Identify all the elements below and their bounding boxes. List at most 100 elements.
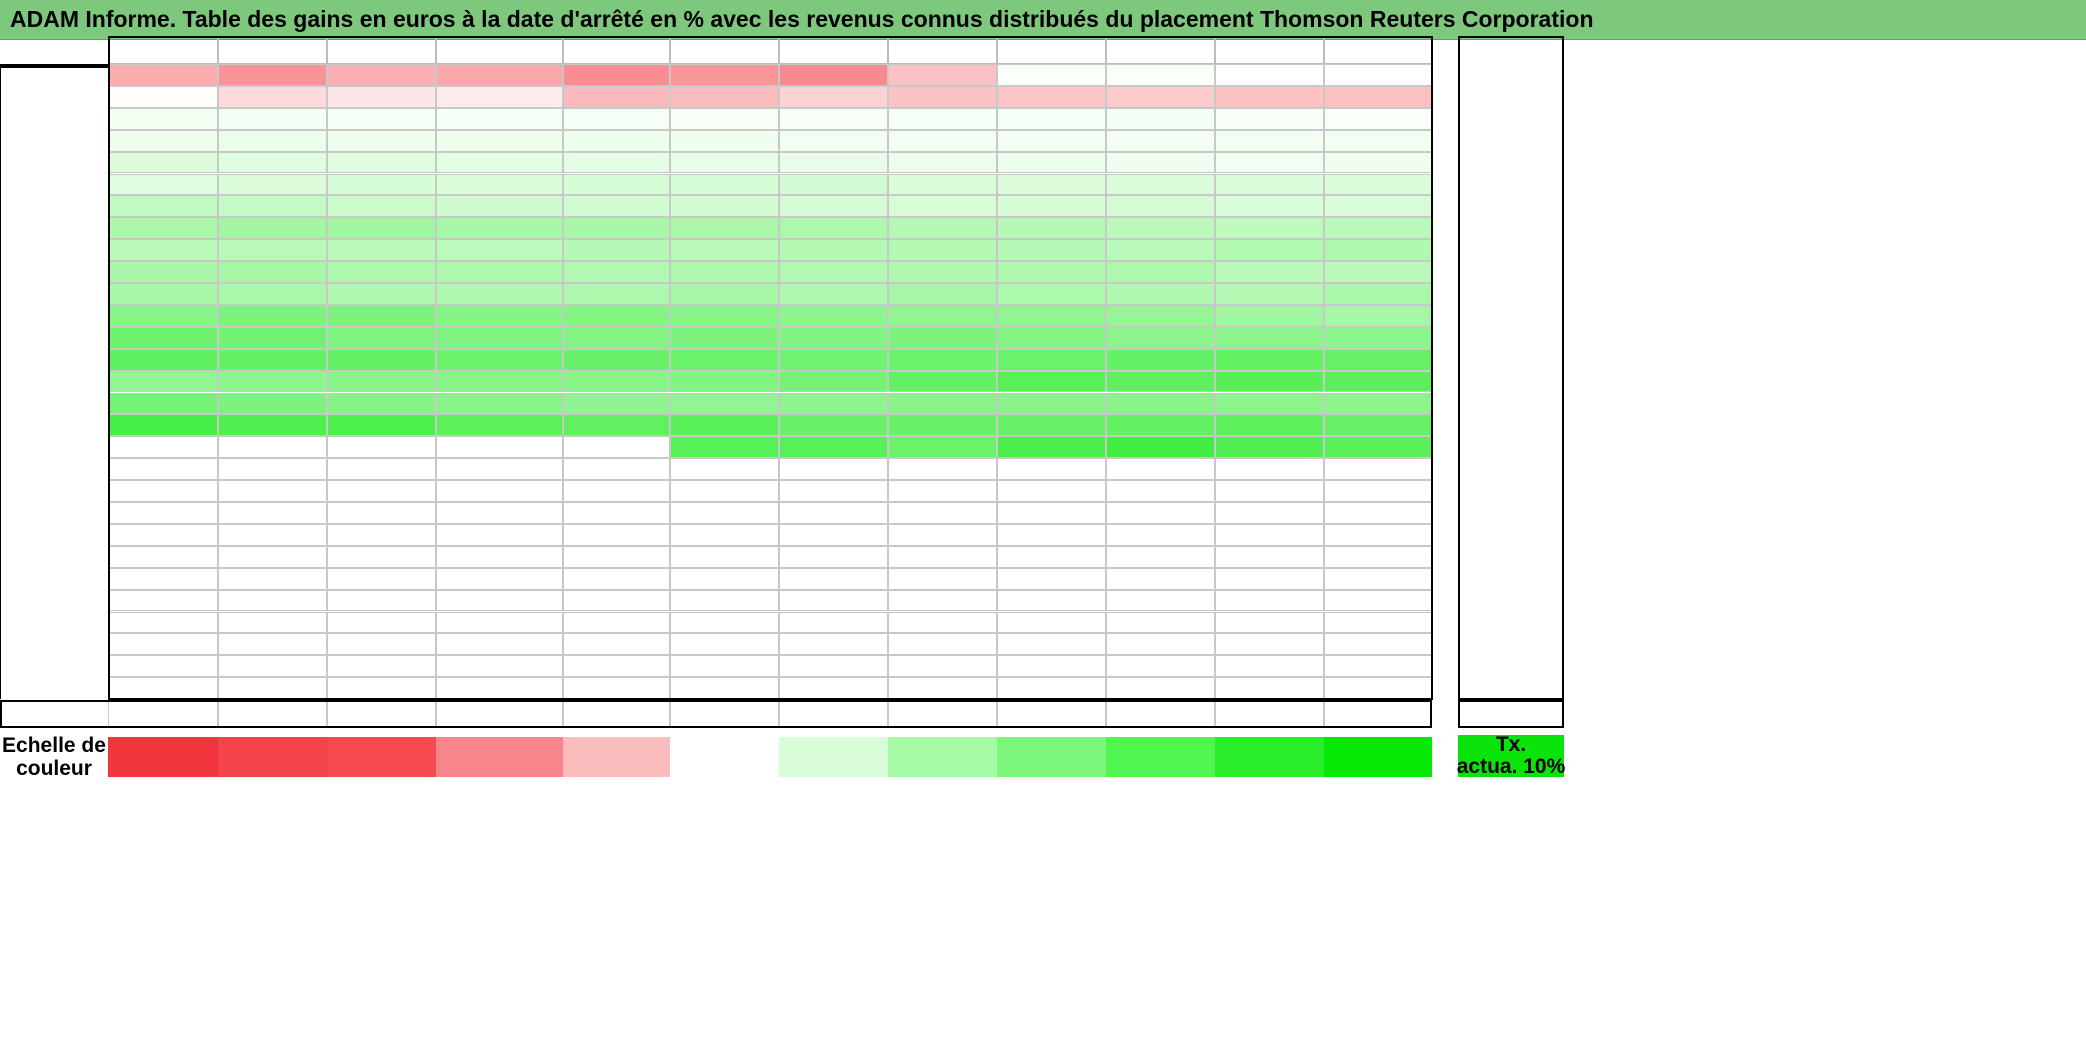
- annual-rate-cell: [1458, 414, 1564, 436]
- table-cell: [997, 414, 1106, 437]
- year-label: [0, 436, 108, 458]
- table-cell: [108, 326, 218, 349]
- annual-rate-cell: [1458, 568, 1564, 590]
- table-cell: [888, 304, 997, 327]
- table-cell: [1324, 655, 1432, 678]
- table-cell: [218, 655, 327, 678]
- table-cell: [779, 326, 888, 349]
- table-cell: [108, 633, 218, 656]
- year-label: [0, 568, 108, 590]
- table-cell: [997, 436, 1106, 459]
- table-cell: [888, 217, 997, 240]
- table-cell: [670, 283, 779, 305]
- table-cell: [327, 677, 436, 700]
- table-cell: [888, 129, 997, 152]
- table-cell: [1215, 195, 1324, 218]
- table-cell: [563, 567, 670, 590]
- footer-annual-rate: [1458, 701, 1564, 727]
- table-cell: [218, 392, 327, 415]
- annual-rate-cell: [1458, 152, 1564, 174]
- month-header-7: [779, 37, 888, 64]
- table-cell: [888, 589, 997, 612]
- table-cell: [327, 567, 436, 590]
- table-cell: [327, 195, 436, 218]
- year-label: [0, 546, 108, 568]
- table-cell: [670, 129, 779, 152]
- table-cell: [327, 502, 436, 524]
- table-cell: [563, 239, 670, 262]
- year-label: [0, 393, 108, 415]
- table-cell: [327, 107, 436, 130]
- table-cell: [1106, 370, 1215, 393]
- annual-rate-cell: [1458, 371, 1564, 393]
- table-cell: [1215, 85, 1324, 108]
- table-cell: [888, 655, 997, 678]
- table-cell: [888, 151, 997, 174]
- table-cell: [563, 217, 670, 240]
- table-cell: [888, 480, 997, 502]
- annual-rate-cell: [1458, 349, 1564, 371]
- table-cell: [997, 129, 1106, 152]
- table-cell: [1215, 370, 1324, 393]
- table-cell: [327, 414, 436, 437]
- table-cell: [1106, 107, 1215, 130]
- annual-rate-cell: [1458, 130, 1564, 152]
- table-cell: [997, 677, 1106, 700]
- table-cell: [108, 195, 218, 218]
- table-cell: [1106, 480, 1215, 502]
- table-cell: [670, 677, 779, 700]
- table-cell: [327, 304, 436, 327]
- annual-rate-cell: [1458, 393, 1564, 415]
- table-cell: [1106, 151, 1215, 174]
- table-cell: [779, 195, 888, 218]
- table-cell: [108, 392, 218, 415]
- table-cell: [327, 633, 436, 656]
- table-cell: [108, 173, 218, 196]
- footer-rate-cell: [327, 701, 436, 727]
- table-cell: [888, 502, 997, 524]
- table-cell: [997, 567, 1106, 590]
- table-cell: [888, 107, 997, 130]
- title-bar: ADAM Informe. Table des gains en euros à…: [0, 0, 2086, 40]
- footer-label: [0, 701, 108, 727]
- table-cell: [779, 545, 888, 568]
- table-cell: [218, 129, 327, 152]
- table-cell: [1215, 611, 1324, 634]
- table-cell: [670, 458, 779, 481]
- table-cell: [327, 85, 436, 108]
- color-scale-swatch: [997, 737, 1106, 777]
- table-cell: [1106, 567, 1215, 590]
- table-cell: [779, 173, 888, 196]
- table-cell: [327, 64, 436, 86]
- table-cell: [327, 173, 436, 196]
- table-cell: [436, 261, 563, 283]
- table-cell: [108, 151, 218, 174]
- annual-rate-cell: [1458, 677, 1564, 699]
- table-cell: [779, 480, 888, 502]
- table-cell: [670, 151, 779, 174]
- table-cell: [218, 458, 327, 481]
- table-cell: [218, 436, 327, 459]
- table-cell: [779, 64, 888, 86]
- table-cell: [1215, 677, 1324, 700]
- table-cell: [563, 64, 670, 86]
- table-cell: [218, 173, 327, 196]
- year-label: [0, 414, 108, 436]
- table-cell: [888, 458, 997, 481]
- color-scale-swatch: [563, 737, 670, 777]
- table-cell: [563, 611, 670, 634]
- table-cell: [1324, 304, 1432, 327]
- table-cell: [1215, 107, 1324, 130]
- table-cell: [670, 107, 779, 130]
- table-cell: [1106, 195, 1215, 218]
- table-cell: [779, 370, 888, 393]
- table-cell: [436, 151, 563, 174]
- table-cell: [779, 392, 888, 415]
- table-cell: [563, 502, 670, 524]
- table-cell: [108, 261, 218, 283]
- table-cell: [779, 436, 888, 459]
- table-cell: [436, 304, 563, 327]
- table-cell: [327, 611, 436, 634]
- year-label: [0, 655, 108, 677]
- table-cell: [218, 348, 327, 371]
